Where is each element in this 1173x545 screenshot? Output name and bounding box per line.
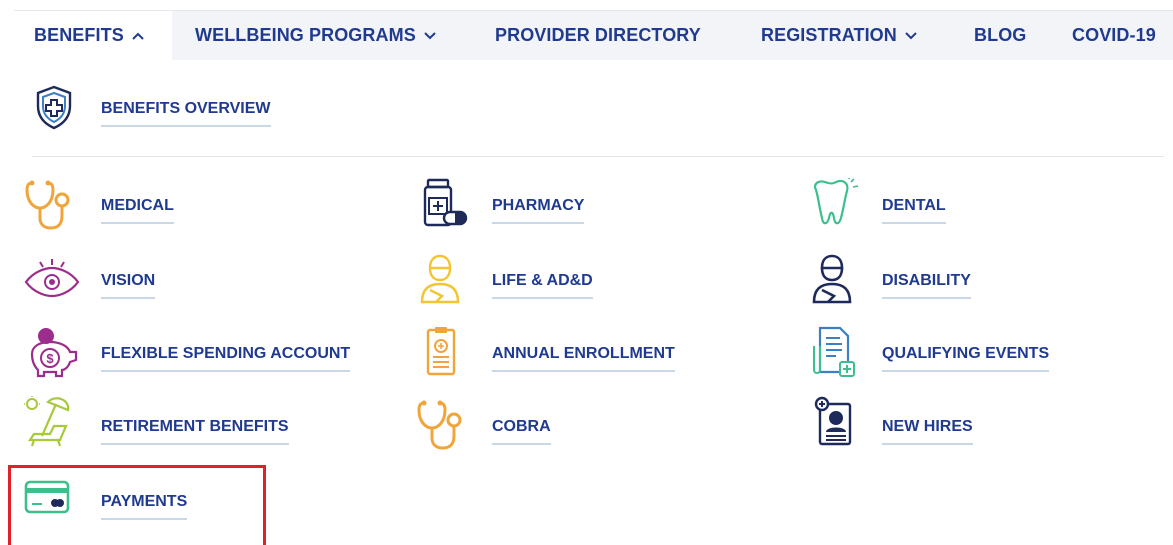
nav-wellbeing-programs[interactable]: WELLBEING PROGRAMS (195, 11, 436, 60)
shield-cross-icon (33, 84, 75, 130)
credit-card-icon (24, 478, 80, 532)
document-plus-icon (808, 326, 864, 380)
clipboard-icon (416, 326, 472, 380)
annual-enrollment-link[interactable]: ANNUAL ENROLLMENT (492, 345, 675, 372)
nav-benefits-label: BENEFITS (34, 25, 124, 45)
nav-provider-label: PROVIDER DIRECTORY (495, 25, 701, 45)
nav-registration-label: REGISTRATION (761, 25, 897, 45)
injured-person-icon (416, 254, 472, 308)
page: BENEFITS WELLBEING PROGRAMS PROVIDER DIR… (0, 0, 1173, 545)
nav-covid-19[interactable]: COVID-19 (1072, 11, 1156, 60)
benefits-overview-link[interactable]: BENEFITS OVERVIEW (101, 100, 271, 127)
cobra-link[interactable]: COBRA (492, 418, 551, 445)
payments-link[interactable]: PAYMENTS (101, 493, 188, 520)
nav-benefits[interactable]: BENEFITS (14, 11, 172, 60)
fsa-link[interactable]: FLEXIBLE SPENDING ACCOUNT (101, 345, 351, 372)
dental-link[interactable]: DENTAL (882, 197, 946, 224)
new-hires-link[interactable]: NEW HIRES (882, 418, 973, 445)
life-add-link[interactable]: LIFE & AD&D (492, 272, 593, 299)
chevron-down-icon (905, 10, 917, 59)
new-hire-profile-icon (808, 396, 864, 450)
nav-blog-label: BLOG (974, 25, 1027, 45)
pharmacy-link[interactable]: PHARMACY (492, 197, 585, 224)
chevron-down-icon (424, 10, 436, 59)
menu-divider (32, 156, 1164, 157)
person-arm-sling-icon (808, 254, 864, 308)
disability-link[interactable]: DISABILITY (882, 272, 971, 299)
stethoscope-icon (24, 178, 80, 232)
top-nav: BENEFITS WELLBEING PROGRAMS PROVIDER DIR… (14, 10, 1173, 60)
retirement-benefits-link[interactable]: RETIREMENT BENEFITS (101, 418, 289, 445)
beach-chair-icon (24, 396, 80, 450)
stethoscope-icon (416, 398, 472, 452)
piggy-bank-icon: $ (24, 326, 80, 380)
eye-icon (24, 256, 80, 310)
chevron-up-icon (132, 10, 144, 59)
nav-covid-label: COVID-19 (1072, 25, 1156, 45)
nav-wellbeing-label: WELLBEING PROGRAMS (195, 25, 416, 45)
tooth-icon (808, 178, 864, 232)
vision-link[interactable]: VISION (101, 272, 156, 299)
pill-bottle-icon (416, 178, 472, 232)
nav-registration[interactable]: REGISTRATION (761, 11, 917, 60)
nav-blog[interactable]: BLOG (974, 11, 1026, 60)
nav-provider-directory[interactable]: PROVIDER DIRECTORY (495, 11, 701, 60)
svg-text:$: $ (46, 351, 54, 366)
qualifying-events-link[interactable]: QUALIFYING EVENTS (882, 345, 1050, 372)
medical-link[interactable]: MEDICAL (101, 197, 174, 224)
